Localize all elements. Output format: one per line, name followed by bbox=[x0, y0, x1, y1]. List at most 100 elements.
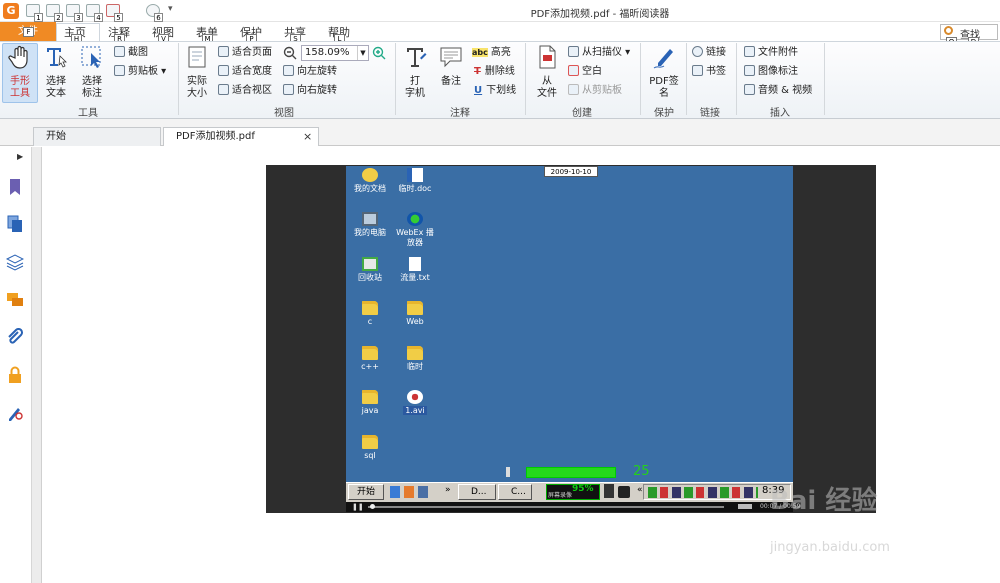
comments-icon[interactable] bbox=[6, 291, 24, 309]
image-annotation-button[interactable]: 图像标注 bbox=[744, 64, 798, 80]
note-button[interactable]: 备注 bbox=[434, 44, 468, 88]
group-label-view: 视图 bbox=[274, 108, 294, 119]
typewriter-label: 打 字机 bbox=[405, 76, 425, 99]
select-annotation-icon bbox=[81, 46, 101, 68]
group-divider bbox=[686, 43, 687, 115]
bookmark-button[interactable]: 书签 bbox=[692, 64, 726, 80]
fit-width-label: 适合宽度 bbox=[232, 66, 272, 77]
shortcut-key: 4 bbox=[94, 13, 103, 22]
underline-label: 下划线 bbox=[486, 85, 517, 96]
blank-button[interactable]: 空白 bbox=[568, 64, 602, 80]
webex-player-icon bbox=[407, 212, 423, 226]
select-text-button[interactable]: 选择 文本 bbox=[40, 44, 72, 100]
plug-icon bbox=[618, 486, 630, 498]
speaker-icon bbox=[506, 467, 514, 477]
group-label-comment: 注释 bbox=[450, 108, 470, 119]
chevron-down-icon[interactable]: ▼ bbox=[357, 46, 368, 60]
volume-value: 25 bbox=[633, 464, 650, 479]
select-text-icon bbox=[47, 48, 67, 68]
clipboard-icon bbox=[114, 65, 125, 76]
typewriter-button[interactable]: 打 字机 bbox=[400, 44, 430, 100]
tray-icons bbox=[648, 487, 758, 498]
zoom-in-icon[interactable] bbox=[372, 46, 386, 60]
seek-bar[interactable] bbox=[368, 506, 724, 508]
from-clipboard-button[interactable]: 从剪贴板 bbox=[568, 83, 622, 99]
quick-access-more-icon[interactable]: ▾ bbox=[168, 4, 173, 14]
panel-splitter[interactable] bbox=[32, 147, 42, 583]
app-logo-icon[interactable]: G bbox=[3, 3, 19, 19]
tab-document[interactable]: PDF添加视频.pdf bbox=[163, 127, 319, 146]
rotate-left-label: 向左旋转 bbox=[297, 66, 337, 77]
desktop-icon-label: 流量.txt bbox=[400, 273, 430, 282]
pages-icon[interactable] bbox=[6, 215, 24, 233]
taskbar-button: D... bbox=[458, 484, 496, 500]
fit-visible-button[interactable]: 适合视区 bbox=[218, 83, 272, 99]
underline-button[interactable]: U 下划线 bbox=[474, 83, 516, 99]
from-file-icon bbox=[539, 45, 556, 69]
tab-start[interactable]: 开始 bbox=[33, 127, 161, 146]
strikeout-button[interactable]: T 删除线 bbox=[474, 64, 515, 80]
undo-icon[interactable]: 5 bbox=[106, 4, 123, 22]
from-file-button[interactable]: 从 文件 bbox=[532, 44, 562, 100]
shortcut-key: 6 bbox=[154, 13, 163, 22]
note-label: 备注 bbox=[441, 76, 461, 87]
save-icon[interactable]: 2 bbox=[46, 4, 63, 22]
highlight-label: 高亮 bbox=[490, 47, 511, 58]
shortcut-key: 1 bbox=[34, 13, 43, 22]
attachments-icon[interactable] bbox=[6, 328, 24, 346]
fit-width-button[interactable]: 适合宽度 bbox=[218, 64, 272, 80]
print-icon[interactable]: 3 bbox=[66, 4, 83, 22]
fit-page-button[interactable]: 适合页面 bbox=[218, 45, 272, 61]
zoom-select[interactable]: 158.09% ▼ bbox=[301, 45, 369, 61]
media-icon bbox=[744, 84, 755, 95]
select-annotation-button[interactable]: 选择 标注 bbox=[76, 44, 108, 100]
search-icon bbox=[944, 26, 953, 35]
email-icon[interactable]: 4 bbox=[86, 4, 103, 22]
bookmark-label: 书签 bbox=[706, 66, 726, 77]
highlight-button[interactable]: abc 高亮 bbox=[472, 45, 511, 61]
rotate-left-icon bbox=[283, 65, 294, 76]
fit-visible-label: 适合视区 bbox=[232, 85, 272, 96]
watermark-logo: Bai 经验 bbox=[770, 486, 878, 516]
rotate-right-button[interactable]: 向右旋转 bbox=[283, 83, 337, 99]
recycle-bin-icon bbox=[362, 257, 378, 271]
desktop-icon-label: c bbox=[367, 317, 373, 326]
file-attachment-button[interactable]: 文件附件 bbox=[744, 45, 798, 61]
rotate-left-button[interactable]: 向左旋转 bbox=[283, 64, 337, 80]
expand-panel-icon[interactable]: ▶ bbox=[17, 152, 23, 161]
screenshot-button[interactable]: 截图 bbox=[114, 45, 148, 61]
new-icon[interactable]: 1 bbox=[26, 4, 43, 22]
zoom-out-icon[interactable] bbox=[283, 46, 297, 60]
shortcut-key: 3 bbox=[74, 13, 83, 22]
bookmark-icon bbox=[692, 65, 703, 76]
desktop-icon-label: 临时 bbox=[407, 362, 423, 371]
pause-icon[interactable]: ❚❚ bbox=[352, 503, 364, 511]
audio-video-label: 音频 & 视频 bbox=[758, 85, 813, 96]
clipboard-button[interactable]: 剪贴板 ▾ bbox=[114, 64, 166, 80]
hand-tool[interactable]: 手形 工具 bbox=[4, 44, 36, 100]
watermark-url: jingyan.baidu.com bbox=[770, 540, 890, 555]
close-icon[interactable]: × bbox=[303, 130, 312, 143]
group-divider bbox=[736, 43, 737, 115]
actual-size-button[interactable]: 实际 大小 bbox=[182, 44, 212, 100]
seek-handle[interactable] bbox=[370, 504, 375, 509]
player-volume-icon[interactable] bbox=[738, 504, 752, 509]
clipboard-label: 剪贴板 bbox=[128, 66, 158, 77]
redo-icon[interactable]: 6 bbox=[146, 4, 163, 22]
pen-sign-icon bbox=[653, 49, 673, 69]
layers-icon[interactable] bbox=[6, 253, 24, 271]
signature-icon[interactable] bbox=[6, 404, 24, 422]
link-button[interactable]: 链接 bbox=[692, 45, 726, 61]
security-icon[interactable] bbox=[6, 366, 24, 384]
pdf-sign-button[interactable]: PDF签 名 bbox=[644, 44, 684, 100]
audio-video-button[interactable]: 音频 & 视频 bbox=[744, 83, 812, 99]
bookmark-icon[interactable] bbox=[6, 178, 24, 196]
screenshot-label: 截图 bbox=[128, 47, 148, 58]
tray-more-icon: « bbox=[637, 485, 643, 495]
group-divider bbox=[395, 43, 396, 115]
note-icon bbox=[440, 47, 462, 68]
folder-icon bbox=[362, 301, 378, 315]
from-scanner-button[interactable]: 从扫描仪 ▾ bbox=[568, 45, 630, 61]
actual-size-icon bbox=[188, 46, 206, 68]
desktop-icon-label: 1.avi bbox=[403, 406, 427, 415]
